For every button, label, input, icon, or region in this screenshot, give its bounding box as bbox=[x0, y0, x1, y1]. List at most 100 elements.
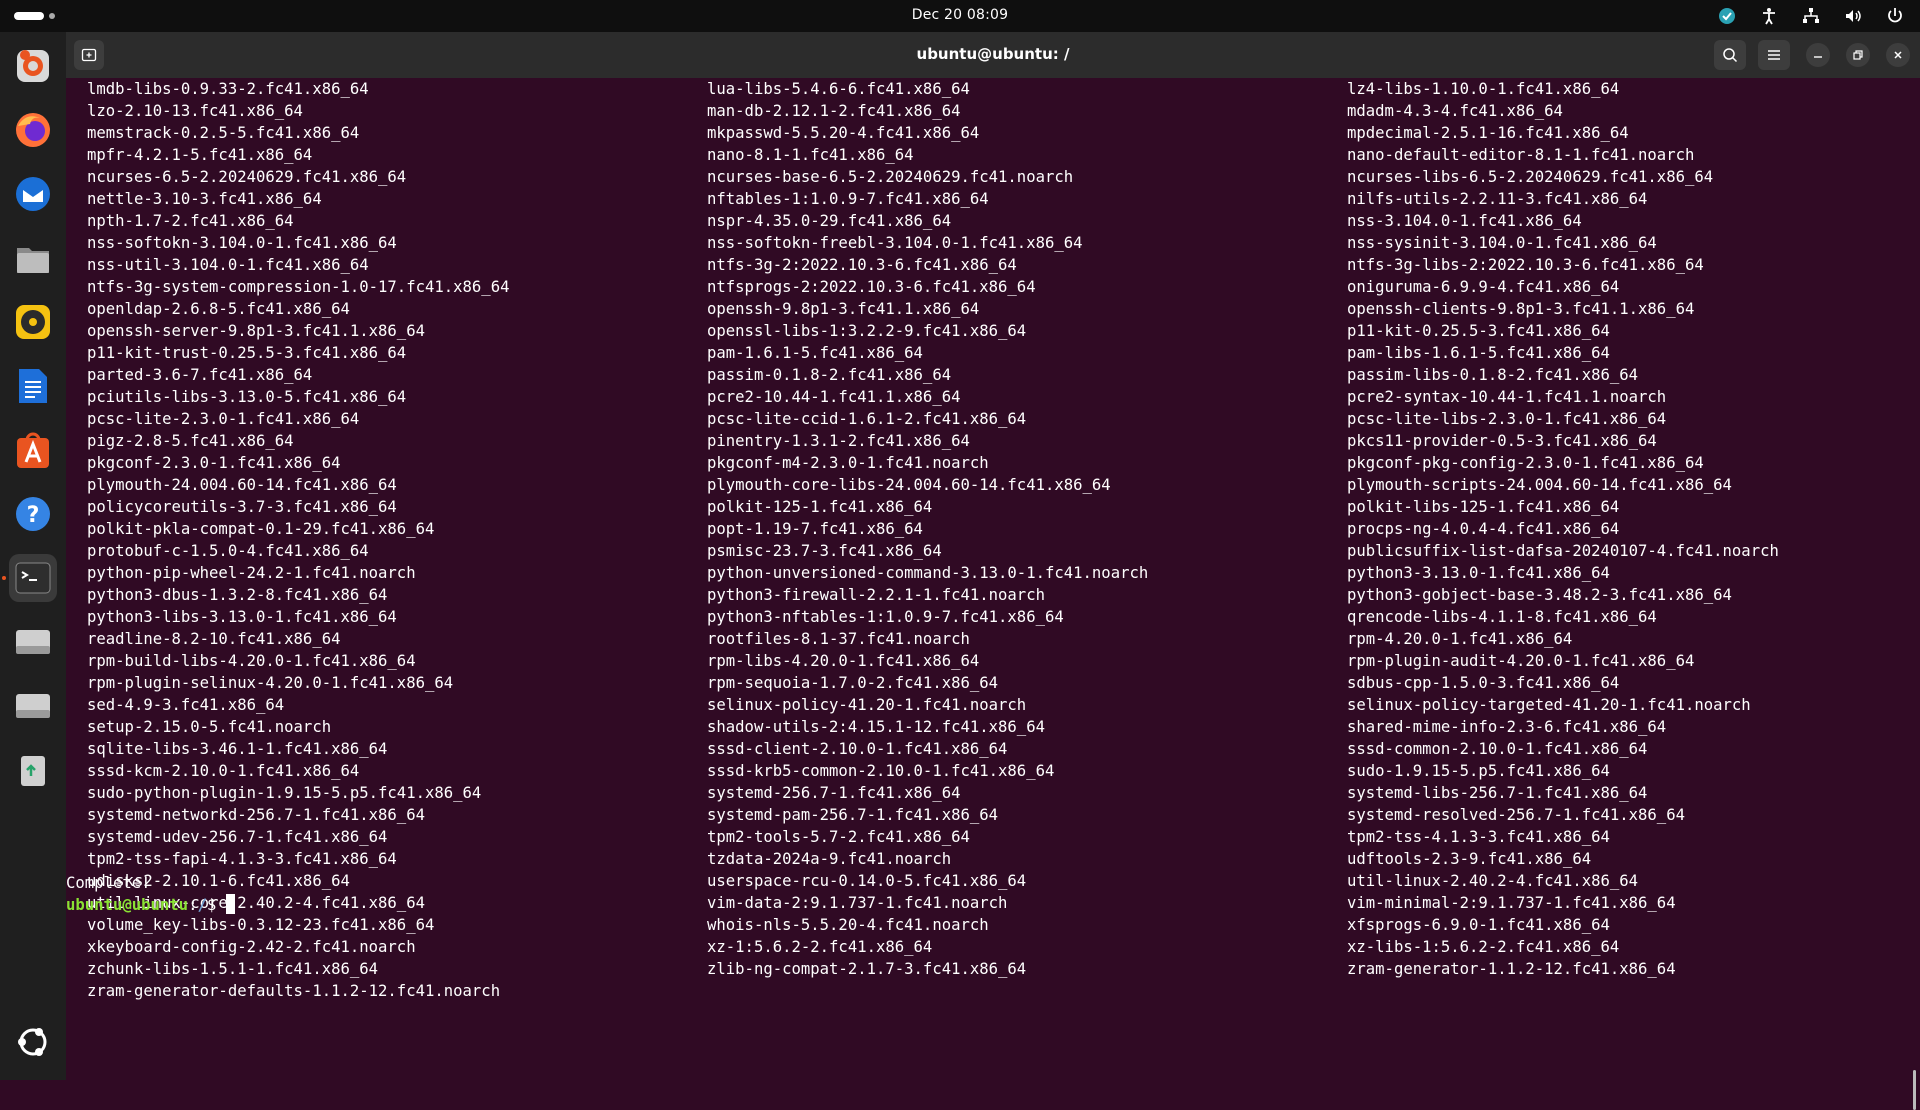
package-entry: zram-generator-1.1.2-12.fc41.x86_64 bbox=[1347, 960, 1676, 978]
package-entry: nspr-4.35.0-29.fc41.x86_64 bbox=[707, 212, 952, 230]
prompt-user: ubuntu@ubuntu bbox=[66, 896, 189, 914]
ubuntu-installer-icon[interactable] bbox=[9, 42, 57, 90]
package-entry: systemd-udev-256.7-1.fc41.x86_64 bbox=[87, 828, 388, 846]
minimize-icon bbox=[1814, 56, 1822, 58]
app-center-icon[interactable] bbox=[9, 426, 57, 474]
help-icon[interactable]: ? bbox=[9, 490, 57, 538]
terminal-window: ubuntu@ubuntu: / lmdb-libs-0.9.33-2.fc41… bbox=[66, 32, 1920, 1110]
package-entry: xz-libs-1:5.6.2-2.fc41.x86_64 bbox=[1347, 938, 1620, 956]
package-entry: pkgconf-m4-2.3.0-1.fc41.noarch bbox=[707, 454, 989, 472]
package-entry: xkeyboard-config-2.42-2.fc41.noarch bbox=[87, 938, 416, 956]
package-entry: tpm2-tss-fapi-4.1.3-3.fc41.x86_64 bbox=[87, 850, 397, 868]
package-entry: mpfr-4.2.1-5.fc41.x86_64 bbox=[87, 146, 313, 164]
top-bar: Dec 20 08:09 bbox=[0, 0, 1920, 32]
package-entry: python3-firewall-2.2.1-1.fc41.noarch bbox=[707, 586, 1045, 604]
package-entry: volume_key-libs-0.3.12-23.fc41.x86_64 bbox=[87, 916, 435, 934]
volume-icon[interactable] bbox=[1842, 5, 1864, 27]
package-entry: rpm-4.20.0-1.fc41.x86_64 bbox=[1347, 630, 1573, 648]
package-entry: vim-minimal-2:9.1.737-1.fc41.x86_64 bbox=[1347, 894, 1676, 912]
dock: ? bbox=[0, 32, 66, 1080]
package-entry: sudo-python-plugin-1.9.15-5.p5.fc41.x86_… bbox=[87, 784, 482, 802]
package-entry: ncurses-base-6.5-2.20240629.fc41.noarch bbox=[707, 168, 1074, 186]
power-icon[interactable] bbox=[1884, 5, 1906, 27]
package-entry: procps-ng-4.0.4-4.fc41.x86_64 bbox=[1347, 520, 1620, 538]
package-entry: sssd-krb5-common-2.10.0-1.fc41.x86_64 bbox=[707, 762, 1055, 780]
ubuntu-logo-icon[interactable] bbox=[9, 1018, 57, 1066]
package-entry: pcre2-10.44-1.fc41.1.x86_64 bbox=[707, 388, 961, 406]
package-entry: qrencode-libs-4.1.1-8.fc41.x86_64 bbox=[1347, 608, 1657, 626]
package-entry: systemd-resolved-256.7-1.fc41.x86_64 bbox=[1347, 806, 1685, 824]
package-entry: openssl-libs-1:3.2.2-9.fc41.x86_64 bbox=[707, 322, 1027, 340]
package-entry: npth-1.7-2.fc41.x86_64 bbox=[87, 212, 294, 230]
package-entry: python-unversioned-command-3.13.0-1.fc41… bbox=[707, 564, 1149, 582]
prompt-symbol: $ bbox=[206, 896, 226, 914]
package-entry: sudo-1.9.15-5.p5.fc41.x86_64 bbox=[1347, 762, 1610, 780]
scrollbar[interactable] bbox=[1913, 1070, 1916, 1110]
package-entry: polkit-125-1.fc41.x86_64 bbox=[707, 498, 933, 516]
update-notifier-icon[interactable] bbox=[1716, 5, 1738, 27]
package-entry: ncurses-libs-6.5-2.20240629.fc41.x86_64 bbox=[1347, 168, 1714, 186]
menu-button[interactable] bbox=[1758, 40, 1790, 70]
package-entry: selinux-policy-targeted-41.20-1.fc41.noa… bbox=[1347, 696, 1751, 714]
package-entry: pam-libs-1.6.1-5.fc41.x86_64 bbox=[1347, 344, 1610, 362]
package-entry: zram-generator-defaults-1.1.2-12.fc41.no… bbox=[87, 982, 501, 1000]
package-entry: pcsc-lite-2.3.0-1.fc41.x86_64 bbox=[87, 410, 360, 428]
package-entry: man-db-2.12.1-2.fc41.x86_64 bbox=[707, 102, 961, 120]
firefox-icon[interactable] bbox=[9, 106, 57, 154]
restore-icon bbox=[1853, 50, 1863, 60]
package-entry: passim-0.1.8-2.fc41.x86_64 bbox=[707, 366, 952, 384]
package-entry: nettle-3.10-3.fc41.x86_64 bbox=[87, 190, 322, 208]
system-tray[interactable] bbox=[1716, 5, 1906, 27]
package-entry: selinux-policy-41.20-1.fc41.noarch bbox=[707, 696, 1027, 714]
running-indicator bbox=[2, 576, 6, 580]
libreoffice-writer-icon[interactable] bbox=[9, 362, 57, 410]
package-entry: publicsuffix-list-dafsa-20240107-4.fc41.… bbox=[1347, 542, 1779, 560]
package-entry: p11-kit-0.25.5-3.fc41.x86_64 bbox=[1347, 322, 1610, 340]
package-entry: ntfsprogs-2:2022.10.3-6.fc41.x86_64 bbox=[707, 278, 1036, 296]
package-entry: rpm-libs-4.20.0-1.fc41.x86_64 bbox=[707, 652, 980, 670]
package-entry: xz-1:5.6.2-2.fc41.x86_64 bbox=[707, 938, 933, 956]
package-entry: pinentry-1.3.1-2.fc41.x86_64 bbox=[707, 432, 970, 450]
terminal-icon[interactable] bbox=[9, 554, 57, 602]
drive-icon[interactable] bbox=[9, 682, 57, 730]
drive-icon[interactable] bbox=[9, 618, 57, 666]
package-entry: sqlite-libs-3.46.1-1.fc41.x86_64 bbox=[87, 740, 388, 758]
clock[interactable]: Dec 20 08:09 bbox=[0, 7, 1920, 23]
package-entry: pciutils-libs-3.13.0-5.fc41.x86_64 bbox=[87, 388, 407, 406]
package-entry: mpdecimal-2.5.1-16.fc41.x86_64 bbox=[1347, 124, 1629, 142]
package-entry: pcsc-lite-libs-2.3.0-1.fc41.x86_64 bbox=[1347, 410, 1667, 428]
trash-icon[interactable] bbox=[9, 746, 57, 794]
restore-button[interactable] bbox=[1846, 43, 1870, 67]
accessibility-icon[interactable] bbox=[1758, 5, 1780, 27]
shell-prompt[interactable]: ubuntu@ubuntu:/$ bbox=[66, 894, 235, 916]
package-entry: python3-dbus-1.3.2-8.fc41.x86_64 bbox=[87, 586, 388, 604]
files-icon[interactable] bbox=[9, 234, 57, 282]
package-entry: pam-1.6.1-5.fc41.x86_64 bbox=[707, 344, 923, 362]
package-entry: oniguruma-6.9.9-4.fc41.x86_64 bbox=[1347, 278, 1620, 296]
package-entry: nano-default-editor-8.1-1.fc41.noarch bbox=[1347, 146, 1695, 164]
thunderbird-icon[interactable] bbox=[9, 170, 57, 218]
package-entry: rpm-plugin-audit-4.20.0-1.fc41.x86_64 bbox=[1347, 652, 1695, 670]
rhythmbox-icon[interactable] bbox=[9, 298, 57, 346]
package-entry: ntfs-3g-system-compression-1.0-17.fc41.x… bbox=[87, 278, 510, 296]
close-button[interactable] bbox=[1886, 43, 1910, 67]
search-button[interactable] bbox=[1714, 40, 1746, 70]
package-entry: sed-4.9-3.fc41.x86_64 bbox=[87, 696, 285, 714]
package-entry: pkgconf-pkg-config-2.3.0-1.fc41.x86_64 bbox=[1347, 454, 1704, 472]
package-column-2: lua-libs-5.4.6-6.fc41.x86_64 man-db-2.12.… bbox=[707, 78, 1148, 980]
terminal-output[interactable]: lmdb-libs-0.9.33-2.fc41.x86_64 lzo-2.10-1… bbox=[66, 78, 1920, 1110]
package-entry: passim-libs-0.1.8-2.fc41.x86_64 bbox=[1347, 366, 1639, 384]
text-cursor bbox=[225, 894, 235, 914]
package-entry: pkcs11-provider-0.5-3.fc41.x86_64 bbox=[1347, 432, 1657, 450]
package-entry: tpm2-tss-4.1.3-3.fc41.x86_64 bbox=[1347, 828, 1610, 846]
network-wired-icon[interactable] bbox=[1800, 5, 1822, 27]
minimize-button[interactable] bbox=[1806, 43, 1830, 67]
package-entry: shared-mime-info-2.3-6.fc41.x86_64 bbox=[1347, 718, 1667, 736]
package-entry: util-linux-2.40.2-4.fc41.x86_64 bbox=[1347, 872, 1639, 890]
package-entry: ntfs-3g-libs-2:2022.10.3-6.fc41.x86_64 bbox=[1347, 256, 1704, 274]
package-entry: psmisc-23.7-3.fc41.x86_64 bbox=[707, 542, 942, 560]
package-entry: systemd-256.7-1.fc41.x86_64 bbox=[707, 784, 961, 802]
package-entry: sssd-common-2.10.0-1.fc41.x86_64 bbox=[1347, 740, 1648, 758]
package-entry: protobuf-c-1.5.0-4.fc41.x86_64 bbox=[87, 542, 369, 560]
package-entry: zchunk-libs-1.5.1-1.fc41.x86_64 bbox=[87, 960, 379, 978]
